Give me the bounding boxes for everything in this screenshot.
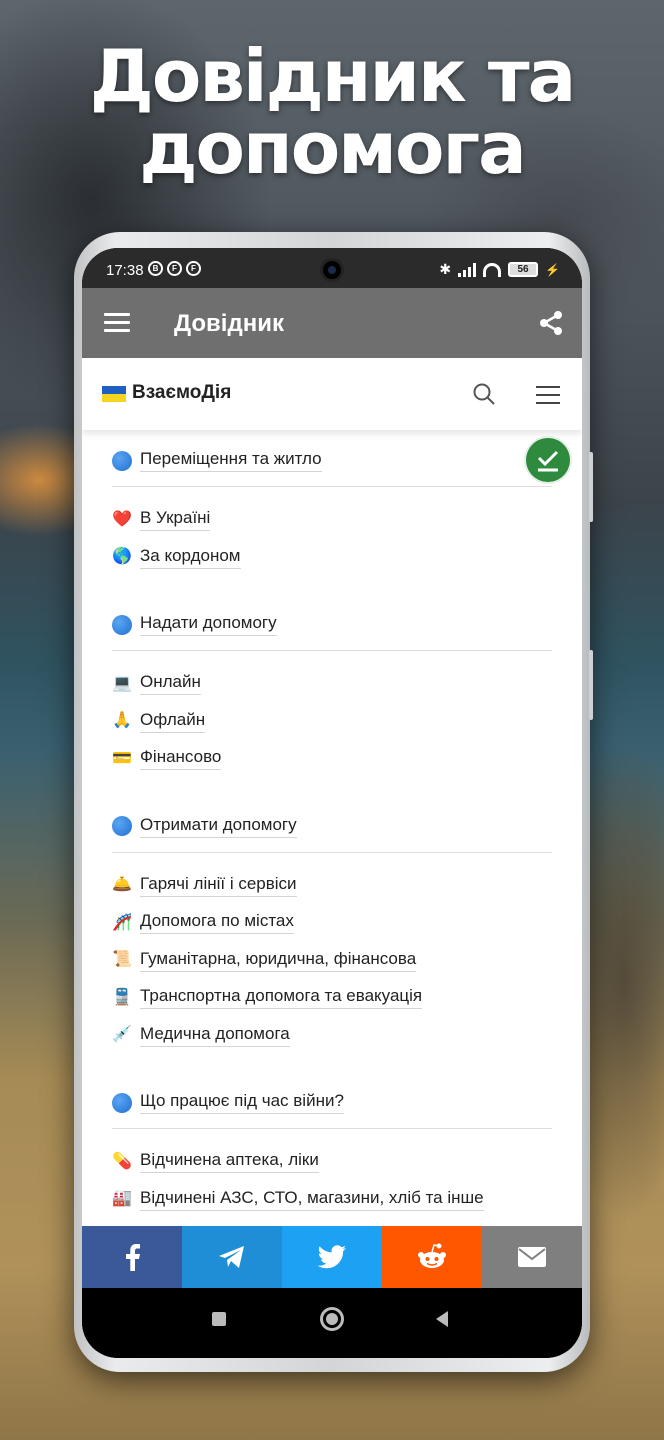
site-title[interactable]: ВзаємоДія <box>132 382 231 404</box>
telegram-share-button[interactable] <box>182 1226 282 1288</box>
section-header-give-help[interactable]: Надати допомогу <box>112 606 552 643</box>
divider <box>112 650 552 651</box>
credit-card-icon: 💳 <box>112 749 132 767</box>
webview: ВзаємоДія Переміщення та житло ❤️ В Укра… <box>82 358 582 1226</box>
list-item[interactable]: 🛎️ Гарячі лінії і сервіси <box>112 867 552 905</box>
headline-line-1: Довідник та <box>89 34 576 118</box>
bluetooth-icon: ✱ <box>439 261 452 277</box>
divider <box>112 486 552 487</box>
bell-icon: 🛎️ <box>112 876 132 894</box>
blue-circle-icon <box>112 1092 132 1113</box>
list-item-label: В Україні <box>140 508 211 532</box>
syringe-icon: 💉 <box>112 1026 132 1044</box>
blue-circle-icon <box>112 450 132 471</box>
system-icons: ✱ 56 ⚡ <box>439 261 560 278</box>
pill-icon: 💊 <box>112 1152 132 1170</box>
phone-side-button <box>589 650 593 720</box>
scroll-icon: 📜 <box>112 951 132 969</box>
app-bar-title: Довідник <box>174 310 284 337</box>
praying-hands-icon: 🙏 <box>112 712 132 730</box>
notification-f-icon: F <box>186 261 201 276</box>
search-icon[interactable] <box>472 382 496 406</box>
list-item-label: Відчинена аптека, ліки <box>140 1150 319 1174</box>
list-item[interactable]: 💉 Медична допомога <box>112 1017 552 1055</box>
hamburger-menu-icon[interactable] <box>104 313 130 333</box>
section-header-relocation[interactable]: Переміщення та житло <box>112 442 552 479</box>
home-button[interactable] <box>320 1307 344 1331</box>
category-list: Переміщення та житло ❤️ В Україні 🌎 За к… <box>112 442 552 1218</box>
back-button[interactable] <box>436 1311 448 1327</box>
section-title: Надати допомогу <box>140 613 277 636</box>
notification-b-icon: B <box>148 261 163 276</box>
charging-icon: ⚡ <box>545 262 560 277</box>
list-item-label: Гарячі лінії і сервіси <box>140 874 297 897</box>
phone-screen: 17:38 B F F ✱ 56 ⚡ Довідник ВзаємоДія Пе… <box>82 248 582 1358</box>
divider <box>112 851 552 853</box>
divider <box>112 1128 552 1129</box>
app-bar: Довідник <box>82 288 582 358</box>
ukraine-flag-icon <box>102 386 126 402</box>
list-item-label: Відчинені АЗС, СТО, магазини, хліб та ін… <box>140 1188 484 1211</box>
email-share-button[interactable] <box>482 1226 582 1288</box>
site-menu-icon[interactable] <box>536 386 560 404</box>
twitter-share-button[interactable] <box>282 1226 382 1288</box>
facebook-icon <box>126 1244 140 1271</box>
laptop-icon: 💻 <box>112 674 132 692</box>
wifi-icon <box>483 262 502 277</box>
reddit-icon <box>418 1243 446 1268</box>
list-item[interactable]: 💊 Відчинена аптека, ліки <box>112 1143 552 1181</box>
list-item[interactable]: 💻 Онлайн <box>112 665 552 703</box>
list-item[interactable]: 🙏 Офлайн <box>112 703 552 741</box>
train-icon: 🚆 <box>112 988 132 1006</box>
list-item-label: Онлайн <box>140 672 201 696</box>
battery-icon: 56 <box>508 262 539 277</box>
email-icon <box>518 1247 546 1267</box>
section-header-get-help[interactable]: Отримати допомогу <box>112 808 552 845</box>
list-item[interactable]: 🎢 Допомога по містах <box>112 904 552 942</box>
signal-icon <box>458 262 477 277</box>
share-bar <box>82 1226 582 1288</box>
list-item[interactable]: 🌎 За кордоном <box>112 539 552 577</box>
list-item[interactable]: 📜 Гуманітарна, юридична, фінансова <box>112 942 552 980</box>
list-item-label: Гуманітарна, юридична, фінансова <box>140 949 417 972</box>
list-item-label: За кордоном <box>140 546 241 569</box>
twitter-icon <box>317 1245 346 1269</box>
telegram-icon <box>219 1246 244 1268</box>
list-item-label: Фінансово <box>140 747 222 771</box>
section-title: Переміщення та житло <box>140 449 322 472</box>
phone-side-button <box>589 452 593 522</box>
list-item-label: Транспортна допомога та евакуація <box>140 986 423 1010</box>
list-item[interactable]: 💳 Фінансово <box>112 740 552 778</box>
promo-headline: Довідник та допомога <box>0 40 664 184</box>
site-header: ВзаємоДія <box>82 358 582 430</box>
factory-icon: 🏭 <box>112 1190 132 1208</box>
list-item[interactable]: 🚆 Транспортна допомога та евакуація <box>112 979 552 1017</box>
notification-f-icon: F <box>167 261 182 276</box>
reddit-share-button[interactable] <box>382 1226 482 1288</box>
roller-coaster-icon: 🎢 <box>112 913 132 931</box>
front-camera <box>320 258 344 282</box>
list-item-label: Офлайн <box>140 710 206 733</box>
blue-circle-icon <box>112 614 132 635</box>
facebook-share-button[interactable] <box>82 1226 182 1288</box>
system-navigation-bar <box>82 1288 582 1358</box>
list-item-label: Медична допомога <box>140 1024 290 1047</box>
globe-icon: 🌎 <box>112 548 132 566</box>
status-time: 17:38 <box>106 262 144 279</box>
list-item[interactable]: 🏭 Відчинені АЗС, СТО, магазини, хліб та … <box>112 1181 552 1219</box>
list-item[interactable]: ❤️ В Україні <box>112 501 552 539</box>
headline-line-2: допомога <box>139 106 526 190</box>
list-item-label: Допомога по містах <box>140 911 294 935</box>
share-icon[interactable] <box>538 310 564 336</box>
blue-circle-icon <box>112 816 132 836</box>
status-bar: 17:38 B F F ✱ 56 ⚡ <box>82 248 582 288</box>
recent-apps-button[interactable] <box>212 1312 226 1326</box>
notification-icons: B F F <box>148 261 201 276</box>
section-header-working-during-war[interactable]: Що працює під час війни? <box>112 1084 552 1121</box>
section-title: Що працює під час війни? <box>140 1091 344 1114</box>
section-title: Отримати допомогу <box>140 815 297 838</box>
heart-icon: ❤️ <box>112 510 132 528</box>
